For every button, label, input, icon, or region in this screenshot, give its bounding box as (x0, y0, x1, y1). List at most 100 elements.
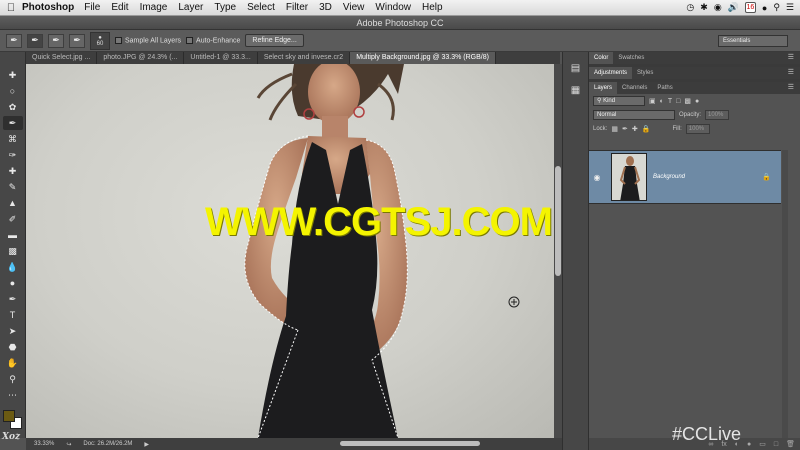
pen-tool-icon[interactable]: ✒ (3, 292, 23, 306)
filter-shape-icon[interactable]: □ (676, 98, 680, 105)
user-icon[interactable]: ● (762, 3, 767, 13)
tab-layers[interactable]: Layers (589, 82, 618, 94)
lock-position-icon[interactable]: ✚ (632, 125, 638, 133)
hand-tool-icon[interactable]: ✋ (3, 356, 23, 370)
vertical-scroll-thumb[interactable] (555, 166, 561, 276)
brush-tool-icon[interactable]: ✎ (3, 180, 23, 194)
tab-channels[interactable]: Channels (617, 82, 652, 94)
blur-tool-icon[interactable]: 💧 (3, 260, 23, 274)
menu-app-name[interactable]: Photoshop (22, 2, 74, 13)
brush-size-picker[interactable]: ● 60 (90, 31, 110, 50)
fill-field[interactable]: 100% (685, 124, 710, 134)
auto-enhance-checkbox[interactable]: Auto-Enhance (186, 36, 240, 44)
menu-select[interactable]: Select (247, 2, 275, 13)
eyedropper-tool-icon[interactable]: ✑ (3, 148, 23, 162)
menu-filter[interactable]: Filter (286, 2, 308, 13)
lock-image-icon[interactable]: ✒ (622, 125, 628, 133)
new-group-icon[interactable]: ▭ (759, 440, 766, 448)
bluetooth-icon[interactable]: ✱ (700, 2, 708, 13)
document-canvas[interactable] (26, 64, 554, 438)
more-tools-icon[interactable]: ⋯ (3, 388, 23, 402)
menu-layer[interactable]: Layer (178, 2, 203, 13)
wifi-icon[interactable]: ◉ (714, 2, 722, 13)
eraser-tool-icon[interactable]: ▬ (3, 228, 23, 242)
filter-smart-object-icon[interactable]: ▩ (684, 97, 691, 105)
dodge-tool-icon[interactable]: ● (3, 276, 23, 290)
marquee-tool-icon[interactable]: ○ (3, 84, 23, 98)
quick-select-preset-icon[interactable]: ✒ (6, 33, 22, 48)
tab-select-sky[interactable]: Select sky and invese.cr2 (258, 52, 351, 64)
tab-swatches[interactable]: Swatches (613, 52, 649, 64)
panel-menu-icon[interactable]: ☰ (783, 67, 800, 79)
volume-icon[interactable]: 🔊 (728, 2, 739, 13)
opacity-field[interactable]: 100% (705, 110, 730, 120)
filter-toggle-icon[interactable]: ● (695, 98, 699, 105)
menu-help[interactable]: Help (422, 2, 443, 13)
time-machine-icon[interactable]: ◷ (686, 2, 694, 13)
tab-multiply-background[interactable]: Multiply Background.jpg @ 33.3% (RGB/8) (350, 52, 496, 64)
new-adjustment-icon[interactable]: ● (747, 441, 751, 448)
menu-type[interactable]: Type (214, 2, 236, 13)
refine-edge-button[interactable]: Refine Edge... (245, 34, 304, 47)
delete-layer-icon[interactable]: 🗑 (786, 440, 795, 448)
menu-edit[interactable]: Edit (111, 2, 128, 13)
layer-kind-filter[interactable]: ⚲ Kind (593, 96, 645, 106)
move-tool-icon[interactable]: ✚ (3, 68, 23, 82)
tab-photo[interactable]: photo.JPG @ 24.3% (... (97, 52, 185, 64)
tab-styles[interactable]: Styles (632, 67, 658, 79)
clone-stamp-tool-icon[interactable]: ▲ (3, 196, 23, 210)
healing-brush-tool-icon[interactable]: ✚ (3, 164, 23, 178)
menu-file[interactable]: File (84, 2, 100, 13)
doc-size[interactable]: Doc: 26.2M/26.2M (83, 441, 132, 447)
add-to-selection-icon[interactable]: ✒ (48, 33, 64, 48)
calendar-icon[interactable]: 16 (744, 2, 756, 13)
menu-window[interactable]: Window (375, 2, 411, 13)
share-icon[interactable]: ↪ (66, 441, 71, 448)
properties-panel-icon[interactable]: ▦ (569, 84, 583, 98)
quick-selection-tool-icon[interactable]: ✒ (2, 116, 23, 130)
zoom-level[interactable]: 33.33% (34, 441, 54, 447)
filter-adjustment-icon[interactable]: ◐ (660, 98, 664, 105)
panel-menu-icon[interactable]: ☰ (783, 52, 800, 64)
gradient-tool-icon[interactable]: ▩ (3, 244, 23, 258)
menu-image[interactable]: Image (140, 2, 168, 13)
lasso-tool-icon[interactable]: ✿ (3, 100, 23, 114)
tab-paths[interactable]: Paths (652, 82, 677, 94)
layers-scrollbar[interactable] (782, 150, 788, 440)
sample-all-layers-checkbox[interactable]: Sample All Layers (115, 36, 181, 44)
crop-tool-icon[interactable]: ⌘ (3, 132, 23, 146)
filter-type-icon[interactable]: T (668, 98, 672, 105)
menu-view[interactable]: View (343, 2, 365, 13)
path-selection-tool-icon[interactable]: ➤ (3, 324, 23, 338)
tab-color[interactable]: Color (589, 52, 614, 64)
history-panel-icon[interactable]: ▤ (569, 62, 583, 76)
tab-adjustments[interactable]: Adjustments (589, 67, 633, 79)
filter-pixel-icon[interactable]: ▣ (649, 97, 656, 105)
apple-icon[interactable]:  (0, 2, 22, 14)
tab-quick-select[interactable]: Quick Select.jpg ... (26, 52, 98, 64)
lock-all-icon[interactable]: 🔒 (642, 125, 651, 133)
shape-tool-icon[interactable]: ⬣ (3, 340, 23, 354)
spotlight-icon[interactable]: ⚲ (773, 2, 780, 13)
layer-name[interactable]: Background (653, 174, 685, 180)
visibility-eye-icon[interactable]: ◉ (589, 173, 605, 182)
zoom-tool-icon[interactable]: ⚲ (3, 372, 23, 386)
type-tool-icon[interactable]: T (3, 308, 23, 322)
notification-icon[interactable]: ☰ (786, 2, 794, 13)
foreground-color-swatch[interactable] (3, 410, 15, 422)
history-brush-tool-icon[interactable]: ✐ (3, 212, 23, 226)
panel-menu-icon[interactable]: ☰ (783, 82, 800, 94)
blend-mode-select[interactable]: Normal (593, 110, 675, 120)
subtract-from-selection-icon[interactable]: ✒ (69, 33, 85, 48)
lock-transparent-icon[interactable]: ▦ (611, 125, 618, 133)
workspace-select[interactable]: Essentials (718, 34, 788, 47)
new-layer-icon[interactable]: □ (774, 441, 778, 448)
status-menu-arrow-icon[interactable]: ▶ (144, 441, 149, 448)
color-swatches[interactable] (3, 410, 23, 430)
layer-row-background[interactable]: ◉ Background 🔒 (589, 150, 781, 204)
tab-untitled-1[interactable]: Untitled-1 @ 33.3... (184, 52, 258, 64)
new-selection-icon[interactable]: ✒ (27, 33, 43, 48)
horizontal-scroll-thumb[interactable] (340, 441, 480, 446)
menu-3d[interactable]: 3D (319, 2, 332, 13)
vertical-scrollbar[interactable] (554, 64, 562, 438)
